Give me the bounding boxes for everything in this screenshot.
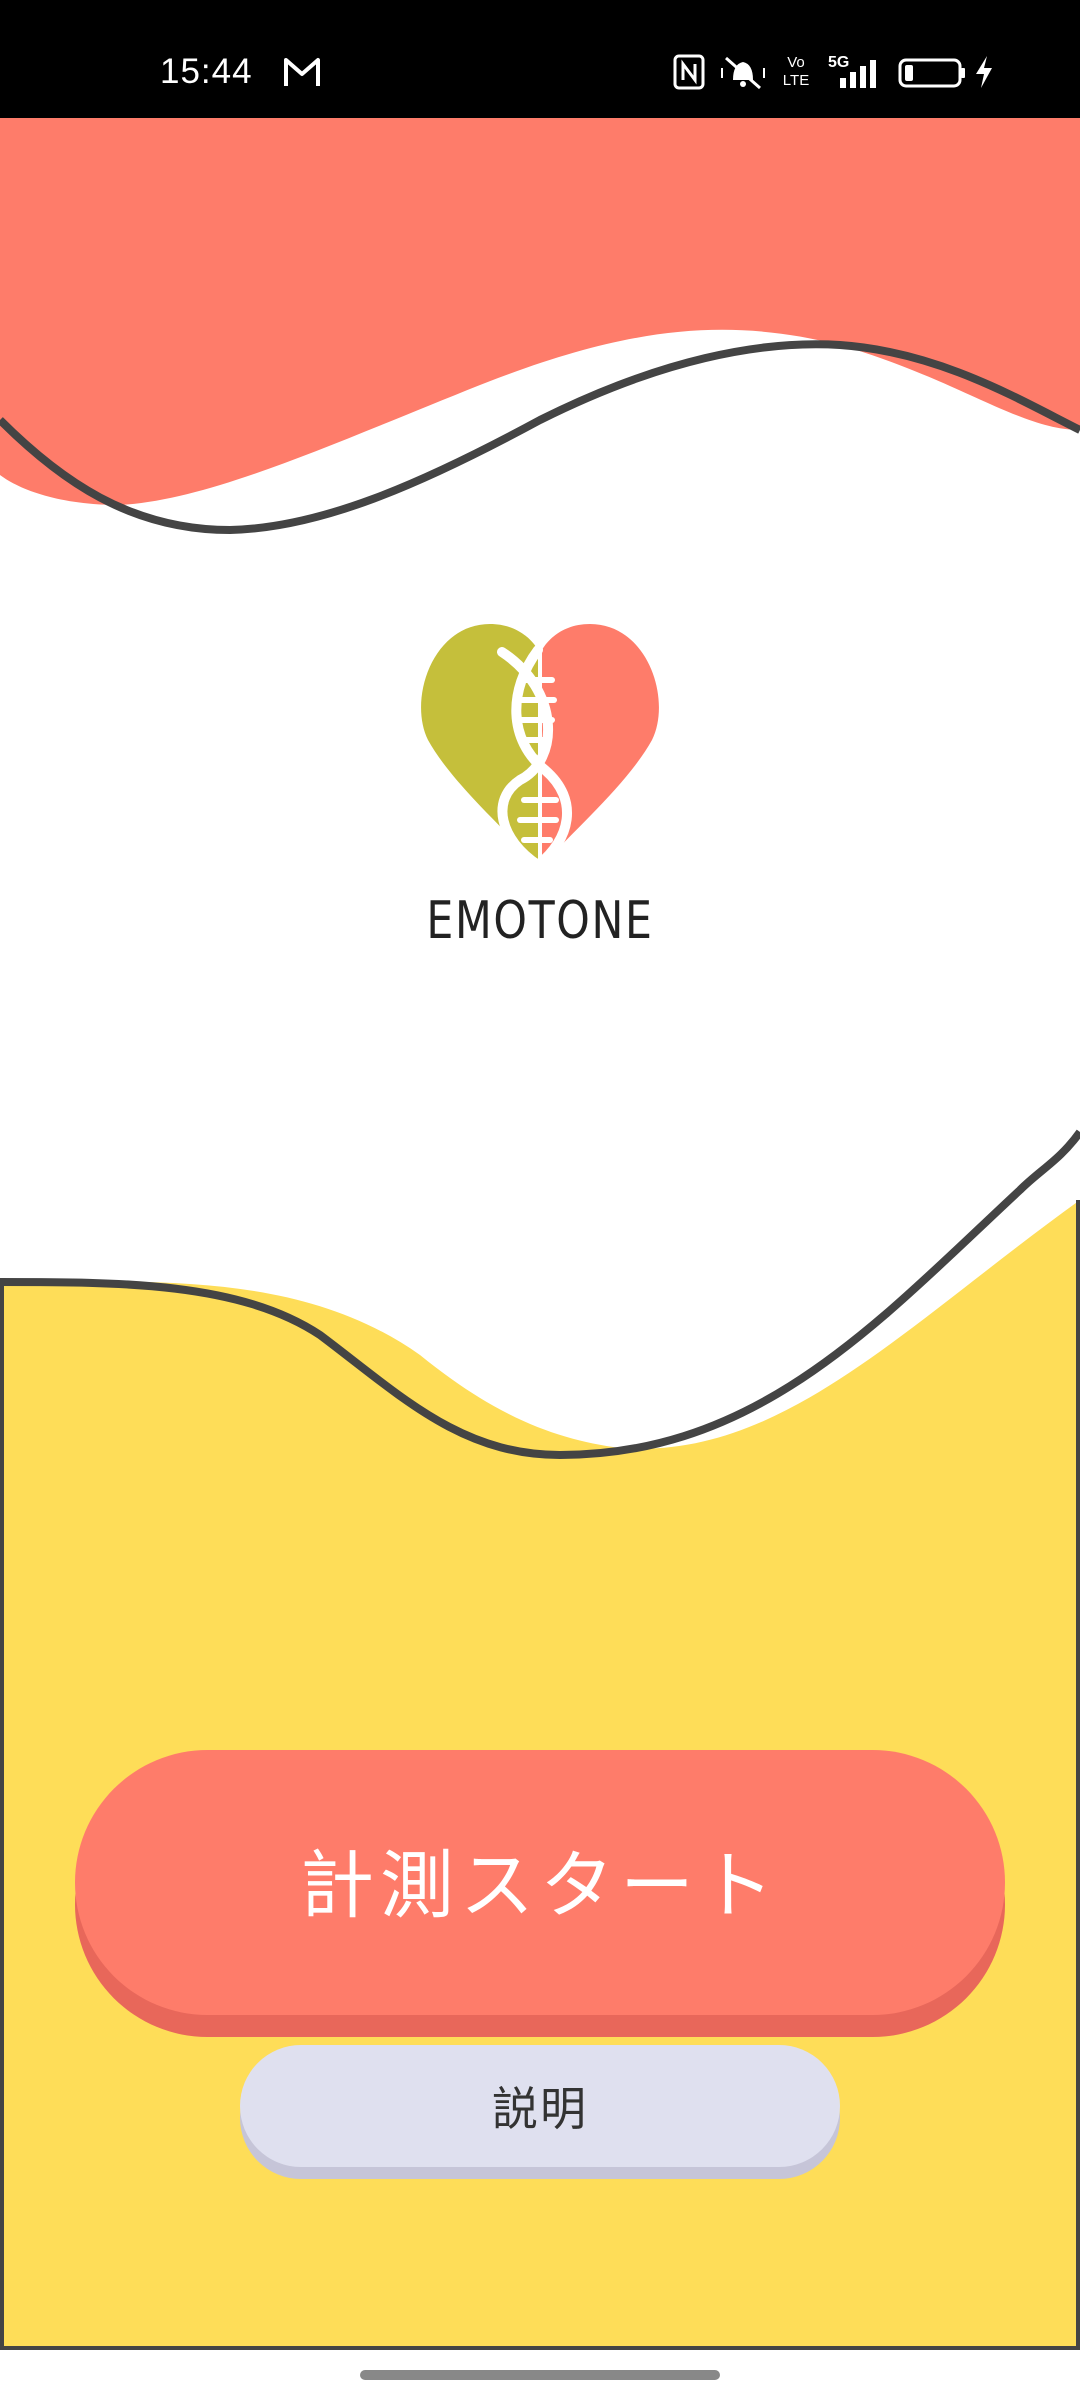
- brand-name: EMOTONE: [426, 891, 654, 951]
- network-label: 5G: [828, 54, 849, 71]
- explanation-label: 説明: [492, 2082, 588, 2136]
- vibrate-silent-icon: [721, 56, 765, 90]
- start-measurement-button[interactable]: 計測スタート: [75, 1750, 1005, 2015]
- gmail-icon: [284, 58, 320, 86]
- 5g-signal-icon: 5G: [828, 54, 876, 88]
- battery-icon: [898, 58, 965, 88]
- volte-icon: Vo LTE: [782, 54, 810, 89]
- nfc-icon: [673, 54, 705, 90]
- start-measurement-label: 計測スタート: [300, 1843, 780, 1929]
- status-time: 15:44: [160, 52, 253, 91]
- explanation-button[interactable]: 説明: [240, 2045, 840, 2167]
- charging-icon: [976, 56, 992, 88]
- top-coral-wave: [0, 118, 1080, 505]
- home-indicator[interactable]: [360, 2370, 720, 2380]
- battery-fill: [905, 65, 913, 81]
- heart-dna-logo-icon: [421, 624, 659, 865]
- status-bar: 15:44 Vo LTE 5G: [0, 0, 1080, 118]
